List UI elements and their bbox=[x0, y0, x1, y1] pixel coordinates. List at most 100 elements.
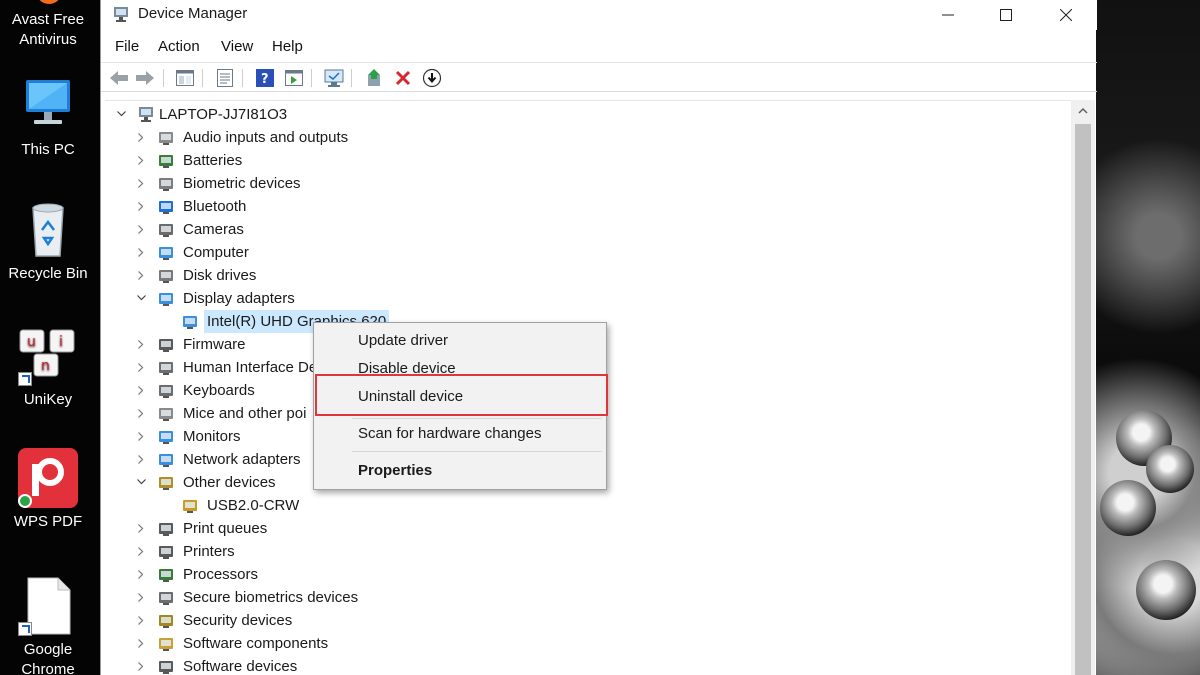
chevron-right-icon[interactable] bbox=[135, 379, 147, 402]
chevron-right-icon[interactable] bbox=[135, 425, 147, 448]
monitor-icon bbox=[157, 428, 175, 446]
menu-item-properties[interactable]: Properties bbox=[314, 459, 606, 483]
title-bar[interactable]: Device Manager bbox=[101, 0, 1097, 30]
chevron-right-icon[interactable] bbox=[135, 448, 147, 471]
unknown-device-icon bbox=[157, 474, 175, 492]
scan-hardware-icon bbox=[324, 69, 344, 87]
fingerprint-icon bbox=[157, 175, 175, 193]
chevron-right-icon[interactable] bbox=[135, 632, 147, 655]
chevron-right-icon[interactable] bbox=[135, 402, 147, 425]
tree-item-label: Security devices bbox=[183, 612, 293, 629]
chevron-right-icon[interactable] bbox=[135, 517, 147, 540]
chevron-down-icon[interactable] bbox=[135, 287, 147, 310]
wps-pdf-icon bbox=[18, 448, 78, 508]
computer-icon bbox=[137, 106, 155, 124]
desktop-icon-unikey[interactable]: u i n UniKey bbox=[0, 326, 96, 410]
properties-button[interactable] bbox=[214, 67, 236, 89]
camera-icon bbox=[157, 221, 175, 239]
this-pc-icon bbox=[18, 76, 78, 136]
tree-category-item[interactable]: Printers bbox=[135, 540, 735, 563]
chevron-right-icon[interactable] bbox=[135, 241, 147, 264]
menu-bar: File Action View Help bbox=[101, 36, 1097, 60]
maximize-icon bbox=[1000, 9, 1012, 21]
scrollbar-thumb[interactable] bbox=[1075, 124, 1091, 675]
chevron-right-icon[interactable] bbox=[135, 540, 147, 563]
network-adapter-icon bbox=[157, 451, 175, 469]
tree-category-item[interactable]: Bluetooth bbox=[135, 195, 735, 218]
desktop-icon-label: Chrome bbox=[21, 661, 75, 675]
tree-item-label: USB2.0-CRW bbox=[207, 497, 300, 514]
chevron-down-icon[interactable] bbox=[135, 471, 147, 494]
desktop-icon-google-chrome[interactable]: Google Chrome bbox=[0, 576, 96, 675]
chevron-right-icon[interactable] bbox=[135, 609, 147, 632]
disable-icon bbox=[422, 68, 442, 88]
warning-device-icon bbox=[181, 497, 199, 515]
menu-item-scan-hardware[interactable]: Scan for hardware changes bbox=[314, 422, 606, 446]
chevron-down-icon[interactable] bbox=[115, 103, 127, 126]
tree-category-item[interactable]: Secure biometrics devices bbox=[135, 586, 735, 609]
hid-icon bbox=[157, 359, 175, 377]
update-driver-button[interactable] bbox=[364, 67, 386, 89]
scan-hardware-button[interactable] bbox=[323, 67, 345, 89]
desktop-icon-label: Google bbox=[23, 641, 73, 658]
forward-button[interactable] bbox=[134, 67, 156, 89]
desktop-icon-label: WPS PDF bbox=[13, 513, 83, 530]
show-hide-tree-button[interactable] bbox=[174, 67, 196, 89]
menu-help[interactable]: Help bbox=[272, 38, 303, 55]
tree-category-item[interactable]: Security devices bbox=[135, 609, 735, 632]
tree-category-item[interactable]: Disk drives bbox=[135, 264, 735, 287]
menu-item-update-driver[interactable]: Update driver bbox=[314, 329, 606, 353]
chevron-right-icon[interactable] bbox=[135, 356, 147, 379]
tree-category-item[interactable]: Cameras bbox=[135, 218, 735, 241]
menu-file[interactable]: File bbox=[115, 38, 139, 55]
desktop-icon-this-pc[interactable]: This PC bbox=[0, 76, 96, 160]
tree-root[interactable]: LAPTOP-JJ7I81O3 bbox=[115, 103, 415, 126]
tree-category-item[interactable]: Software components bbox=[135, 632, 735, 655]
desktop-icon-label: UniKey bbox=[23, 391, 73, 408]
tree-item-label: Cameras bbox=[183, 221, 244, 238]
tree-category-item[interactable]: Biometric devices bbox=[135, 172, 735, 195]
chevron-right-icon[interactable] bbox=[135, 563, 147, 586]
minimize-button[interactable] bbox=[919, 0, 977, 30]
tree-item-label: Monitors bbox=[183, 428, 241, 445]
tree-device-item[interactable]: USB2.0-CRW bbox=[159, 494, 759, 517]
desktop-icon-label: Avast Free bbox=[11, 11, 85, 28]
desktop-icon-label: Recycle Bin bbox=[8, 265, 88, 282]
maximize-button[interactable] bbox=[977, 0, 1035, 30]
chevron-right-icon[interactable] bbox=[135, 655, 147, 675]
disable-button[interactable] bbox=[421, 67, 443, 89]
tree-category-item[interactable]: Print queues bbox=[135, 517, 735, 540]
tree-category-item[interactable]: Batteries bbox=[135, 149, 735, 172]
forward-arrow-icon bbox=[136, 71, 154, 85]
chevron-right-icon[interactable] bbox=[135, 195, 147, 218]
software-device-icon bbox=[157, 658, 175, 675]
bluetooth-icon bbox=[157, 198, 175, 216]
desktop-icon-avast[interactable]: Avast Free Antivirus bbox=[0, 0, 96, 50]
chevron-right-icon[interactable] bbox=[135, 126, 147, 149]
vertical-scrollbar[interactable] bbox=[1071, 100, 1095, 675]
tree-category-item[interactable]: Computer bbox=[135, 241, 735, 264]
back-button[interactable] bbox=[108, 67, 130, 89]
chevron-right-icon[interactable] bbox=[135, 149, 147, 172]
tree-category-item[interactable]: Processors bbox=[135, 563, 735, 586]
chevron-right-icon[interactable] bbox=[135, 172, 147, 195]
tree-category-item[interactable]: Software devices bbox=[135, 655, 735, 675]
help-button[interactable]: ? bbox=[254, 67, 276, 89]
close-button[interactable] bbox=[1037, 0, 1095, 30]
scroll-up-button[interactable] bbox=[1071, 100, 1095, 122]
chevron-right-icon[interactable] bbox=[135, 586, 147, 609]
display-adapter-icon bbox=[181, 313, 199, 331]
chevron-right-icon[interactable] bbox=[135, 218, 147, 241]
menu-view[interactable]: View bbox=[221, 38, 253, 55]
tree-category-item[interactable]: Audio inputs and outputs bbox=[135, 126, 735, 149]
chevron-right-icon[interactable] bbox=[135, 333, 147, 356]
toolbar: ? bbox=[101, 62, 1097, 92]
desktop-icon-recycle-bin[interactable]: Recycle Bin bbox=[0, 200, 96, 284]
desktop-icon-wps-pdf[interactable]: WPS PDF bbox=[0, 448, 96, 532]
update-driver-icon bbox=[368, 69, 380, 86]
menu-action[interactable]: Action bbox=[158, 38, 200, 55]
action-pane-button[interactable] bbox=[283, 67, 305, 89]
tree-category-item[interactable]: Display adapters bbox=[135, 287, 735, 310]
uninstall-button[interactable] bbox=[392, 67, 414, 89]
chevron-right-icon[interactable] bbox=[135, 264, 147, 287]
